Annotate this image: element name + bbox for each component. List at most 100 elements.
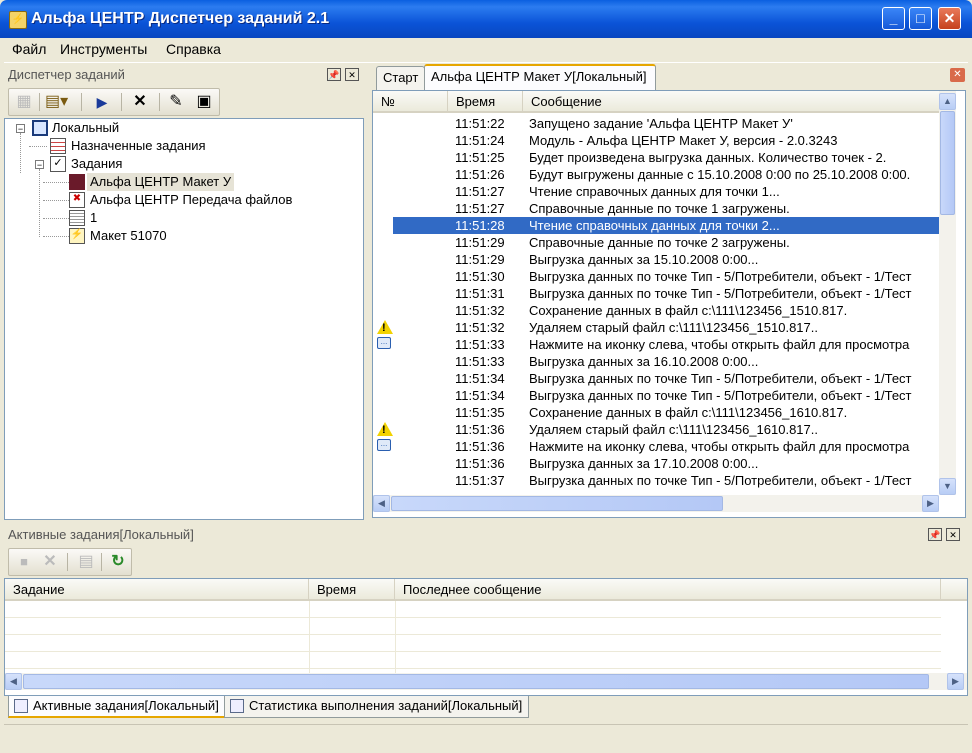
active-hscroll[interactable]: ◀ ▶ [5,673,967,690]
task-manager-title: Диспетчер заданий [8,67,125,82]
log-vscroll[interactable]: ▲ ▼ [939,91,956,495]
properties-icon[interactable]: ▣ [195,93,213,111]
col-number[interactable]: № [373,91,448,111]
tree-item-task-maket51070[interactable]: Макет 51070 [90,227,167,245]
log-time: 11:51:34 [455,388,505,403]
log-row[interactable]: 11:51:24 Модуль - Альфа ЦЕНТР Макет У, ве… [373,132,939,149]
log-hscroll-thumb[interactable] [391,496,723,511]
scroll-down-button[interactable]: ▼ [939,478,956,495]
log-row[interactable]: ... 11:51:33 Нажмите на иконку слева, чтоб… [373,336,939,353]
pin-icon[interactable]: 📌 [327,68,341,81]
log-time: 11:51:36 [455,439,505,454]
tree-item-task-transfer[interactable]: Альфа ЦЕНТР Передача файлов [90,191,292,209]
settings-icon[interactable]: ✎ [167,93,185,111]
log-message: Выгрузка данных за 15.10.2008 0:00... [529,252,759,267]
log-row[interactable]: 11:51:34 Выгрузка данных по точке Тип - 5… [373,387,939,404]
active-tasks-icon [14,699,28,713]
log-row[interactable]: 11:51:30 Выгрузка данных по точке Тип - 5… [373,268,939,285]
menu-file[interactable]: Файл [12,41,46,57]
log-row[interactable]: 11:51:33 Выгрузка данных за 16.10.2008 0:… [373,353,939,370]
col-task[interactable]: Задание [5,579,309,599]
close-tab-icon[interactable]: ✕ [950,68,965,82]
minimize-button[interactable]: _ [882,7,905,30]
log-row[interactable]: 11:51:26 Будут выгружены данные с 15.10.2… [373,166,939,183]
delete-icon[interactable]: ✕ [131,93,149,111]
col-time[interactable]: Время [448,91,523,111]
log-message: Выгрузка данных по точке Тип - 5/Потреби… [529,473,912,488]
open-file-icon[interactable]: ... [377,337,392,351]
stop-icon[interactable]: ■ [15,553,33,571]
log-time: 11:51:30 [455,269,505,284]
col-message[interactable]: Сообщение [523,91,939,111]
scroll-up-button[interactable]: ▲ [939,93,956,110]
log-message: Выгрузка данных по точке Тип - 5/Потреби… [529,286,912,301]
active-scroll-left-button[interactable]: ◀ [5,673,22,690]
new-task-icon[interactable]: ▦ [15,93,33,111]
col-last-message[interactable]: Последнее сообщение [395,579,941,599]
maximize-button[interactable]: □ [909,7,932,30]
log-row[interactable]: 11:51:36 Выгрузка данных за 17.10.2008 0:… [373,455,939,472]
active-scroll-right-button[interactable]: ▶ [947,673,964,690]
active-tasks-header: Задание Время Последнее сообщение [5,579,967,601]
scroll-right-button[interactable]: ▶ [922,495,939,512]
log-time: 11:51:32 [455,320,505,335]
statistics-icon [230,699,244,713]
log-row[interactable]: 11:51:37 Выгрузка данных по точке Тип - 5… [373,472,939,489]
tab-start[interactable]: Старт [376,66,426,90]
col-task-time[interactable]: Время [309,579,395,599]
tab-statistics-label: Статистика выполнения заданий[Локальный] [249,698,523,713]
log-message: Чтение справочных данных для точки 2... [529,218,780,233]
log-row[interactable]: 11:51:34 Выгрузка данных по точке Тип - 5… [373,370,939,387]
scroll-left-button[interactable]: ◀ [373,495,390,512]
tree-item-task-1[interactable]: 1 [90,209,97,227]
log-row[interactable]: 11:51:22 Запущено задание 'Альфа ЦЕНТР Ма… [373,115,939,132]
details-icon[interactable]: ▤ [77,553,95,571]
tab-statistics[interactable]: Статистика выполнения заданий[Локальный] [224,696,530,718]
log-row[interactable]: 11:51:29 Выгрузка данных за 15.10.2008 0:… [373,251,939,268]
log-time: 11:51:32 [455,303,505,318]
log-time: 11:51:26 [455,167,505,182]
log-row[interactable]: ... 11:51:36 Нажмите на иконку слева, чтоб… [373,438,939,455]
menu-help[interactable]: Справка [166,41,221,57]
tree-item-assigned[interactable]: Назначенные задания [71,137,206,155]
log-row[interactable]: 11:51:27 Чтение справочных данных для точ… [373,183,939,200]
log-row[interactable]: 11:51:29 Справочные данные по точке 2 заг… [373,234,939,251]
tree-item-local[interactable]: Локальный [52,119,119,137]
log-time: 11:51:25 [455,150,505,165]
cancel-icon[interactable]: ✕ [41,553,59,571]
menu-tools[interactable]: Инструменты [60,41,147,57]
expand-local-toggle[interactable]: − [16,124,25,134]
close-button[interactable]: ✕ [938,7,961,30]
computer-icon [32,120,48,136]
log-row[interactable]: 11:51:27 Справочные данные по точке 1 заг… [373,200,939,217]
tree-item-tasks[interactable]: Задания [71,155,122,173]
panel-close-icon[interactable]: ✕ [345,68,359,81]
log-row[interactable]: ! 11:51:32 Удаляем старый файл c:\111\1234… [373,319,939,336]
log-row[interactable]: ! 11:51:36 Удаляем старый файл c:\111\1234… [373,421,939,438]
log-row[interactable]: 11:51:28 Чтение справочных данных для точ… [373,217,939,234]
active-pin-icon[interactable]: 📌 [928,528,942,541]
log-hscroll[interactable]: ◀ ▶ [373,495,939,512]
log-message: Чтение справочных данных для точки 1... [529,184,780,199]
app-icon[interactable]: ⚡ [9,11,27,29]
log-message: Выгрузка данных по точке Тип - 5/Потреби… [529,371,912,386]
tab-maket-local[interactable]: Альфа ЦЕНТР Макет У[Локальный] [424,64,656,90]
log-row[interactable]: 11:51:25 Будет произведена выгрузка данны… [373,149,939,166]
module-icon: ⚡ [69,228,85,244]
task-tree: − Локальный Назначенные задания − ✓ Зада… [4,118,364,520]
tab-active-tasks[interactable]: Активные задания[Локальный] [8,696,226,718]
active-close-icon[interactable]: ✕ [946,528,960,541]
log-row[interactable]: 11:51:31 Выгрузка данных по точке Тип - 5… [373,285,939,302]
active-hscroll-thumb[interactable] [23,674,929,689]
open-file-icon[interactable]: ... [377,439,392,453]
refresh-icon[interactable]: ↻ [109,553,127,571]
task-manager-panel: Диспетчер заданий 📌 ✕ ▦ ▤▾ ▶ ✕ ✎ ▣ − Лок… [4,64,366,520]
log-vscroll-thumb[interactable] [940,111,955,215]
run-icon[interactable]: ▶ [93,93,111,111]
log-row[interactable]: 11:51:32 Сохранение данных в файл c:\111\… [373,302,939,319]
log-time: 11:51:22 [455,116,505,131]
task-menu-icon[interactable]: ▤▾ [45,93,68,111]
tree-item-task-maket[interactable]: Альфа ЦЕНТР Макет У [87,173,235,191]
expand-tasks-toggle[interactable]: − [35,160,44,170]
log-row[interactable]: 11:51:35 Сохранение данных в файл c:\111\… [373,404,939,421]
